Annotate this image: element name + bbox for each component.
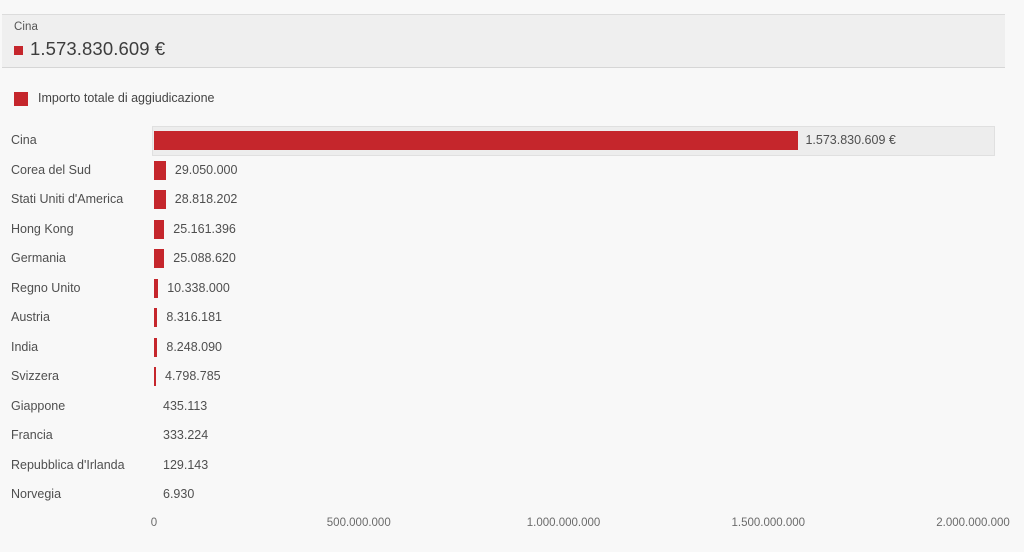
bar[interactable] xyxy=(154,308,158,328)
category-label: Corea del Sud xyxy=(11,162,91,177)
bar-and-value: 25.161.396 xyxy=(154,215,236,245)
x-axis: 0 500.000.000 1.000.000.000 1.500.000.000 2.… xyxy=(0,515,1024,537)
bar-and-value: 10.338.000 xyxy=(154,274,230,304)
bar-row[interactable]: Norvegia 6.930 xyxy=(0,480,1024,510)
bar[interactable] xyxy=(154,131,799,151)
x-axis-tick-label: 500.000.000 xyxy=(326,517,391,529)
chart-legend[interactable]: Importo totale di aggiudicazione xyxy=(14,91,215,106)
bar-and-value: 129.143 xyxy=(154,451,208,481)
bar-and-value: 8.316.181 xyxy=(154,303,222,333)
bar-and-value: 333.224 xyxy=(154,421,208,451)
bar[interactable] xyxy=(154,219,165,239)
bar-value-label: 25.161.396 xyxy=(173,221,236,236)
tooltip-value: 1.573.830.609 € xyxy=(30,38,166,59)
bar[interactable] xyxy=(154,367,156,387)
bar-value-label: 4.798.785 xyxy=(165,369,221,383)
category-label: Norvegia xyxy=(11,487,62,501)
category-label: India xyxy=(11,339,39,354)
bar-and-value: 8.248.090 xyxy=(154,333,222,363)
category-label: Svizzera xyxy=(11,369,59,383)
bar-value-label: 10.338.000 xyxy=(167,280,230,295)
bar-value-label: 8.248.090 xyxy=(166,339,222,354)
bar-row[interactable]: Regno Unito 10.338.000 xyxy=(0,274,1024,304)
category-label: Giappone xyxy=(11,398,66,413)
bar-value-label: 6.930 xyxy=(163,487,195,501)
bar-chart-plot-area: Cina 1.573.830.609 € Corea del Sud 29.050.0… xyxy=(0,126,1024,521)
bar-and-value: 435.113 xyxy=(154,392,207,422)
category-label: Regno Unito xyxy=(11,280,81,295)
bar-and-value: 29.050.000 xyxy=(154,156,237,186)
bar-row[interactable]: Austria 8.316.181 xyxy=(0,303,1024,333)
bar-value-label: 435.113 xyxy=(163,398,208,413)
category-label: Repubblica d'Irlanda xyxy=(11,457,125,472)
bar-row[interactable]: India 8.248.090 xyxy=(0,333,1024,363)
bar-row[interactable]: Repubblica d'Irlanda 129.143 xyxy=(0,451,1024,481)
category-label: Cina xyxy=(11,133,37,147)
bar[interactable] xyxy=(154,160,166,180)
legend-label: Importo totale di aggiudicazione xyxy=(38,91,215,105)
tooltip-title: Cina xyxy=(14,21,39,33)
x-axis-tick-label: 1.500.000.000 xyxy=(731,517,806,529)
bar-row[interactable]: Cina 1.573.830.609 € xyxy=(0,126,1024,156)
bar-and-value: 25.088.620 xyxy=(154,244,236,274)
category-label: Stati Uniti d'America xyxy=(11,192,124,206)
bar-value-label: 129.143 xyxy=(163,457,209,472)
tooltip-series-marker-icon xyxy=(14,45,23,55)
tooltip-value-row: 1.573.830.609 € xyxy=(14,38,1005,60)
category-label: Germania xyxy=(11,251,66,265)
bar-and-value: 4.798.785 xyxy=(154,362,221,392)
tooltip-panel: Cina 1.573.830.609 € xyxy=(2,14,1005,68)
bar-and-value: 1.573.830.609 € xyxy=(154,126,896,156)
category-label: Hong Kong xyxy=(11,221,74,236)
bar-and-value: 28.818.202 xyxy=(154,185,237,215)
legend-swatch-icon xyxy=(14,91,28,106)
bar-row[interactable]: Corea del Sud 29.050.000 xyxy=(0,156,1024,186)
bar-value-label: 29.050.000 xyxy=(174,162,238,177)
bar[interactable] xyxy=(154,190,166,210)
bar-value-label: 28.818.202 xyxy=(174,192,238,206)
bar-value-label: 333.224 xyxy=(163,428,209,442)
bar-value-label: 25.088.620 xyxy=(173,251,236,265)
bar-value-label: 8.316.181 xyxy=(166,310,222,324)
bar-row[interactable]: Germania 25.088.620 xyxy=(0,244,1024,274)
bar-row[interactable]: Francia 333.224 xyxy=(0,421,1024,451)
x-axis-tick-label: 0 xyxy=(150,517,158,529)
category-label: Austria xyxy=(11,310,50,324)
category-label: Francia xyxy=(11,428,53,442)
bar-row[interactable]: Svizzera 4.798.785 xyxy=(0,362,1024,392)
bar-row[interactable]: Stati Uniti d'America 28.818.202 xyxy=(0,185,1024,215)
bar[interactable] xyxy=(154,278,159,298)
bar-and-value: 6.930 xyxy=(154,480,194,510)
bar-row[interactable]: Hong Kong 25.161.396 xyxy=(0,215,1024,245)
bar-value-label: 1.573.830.609 € xyxy=(805,133,896,147)
bar-row[interactable]: Giappone 435.113 xyxy=(0,392,1024,422)
bar[interactable] xyxy=(154,249,165,269)
x-axis-tick-label: 1.000.000.000 xyxy=(526,517,601,529)
x-axis-tick-label: 2.000.000.000 xyxy=(936,517,1010,529)
bar[interactable] xyxy=(154,337,158,357)
